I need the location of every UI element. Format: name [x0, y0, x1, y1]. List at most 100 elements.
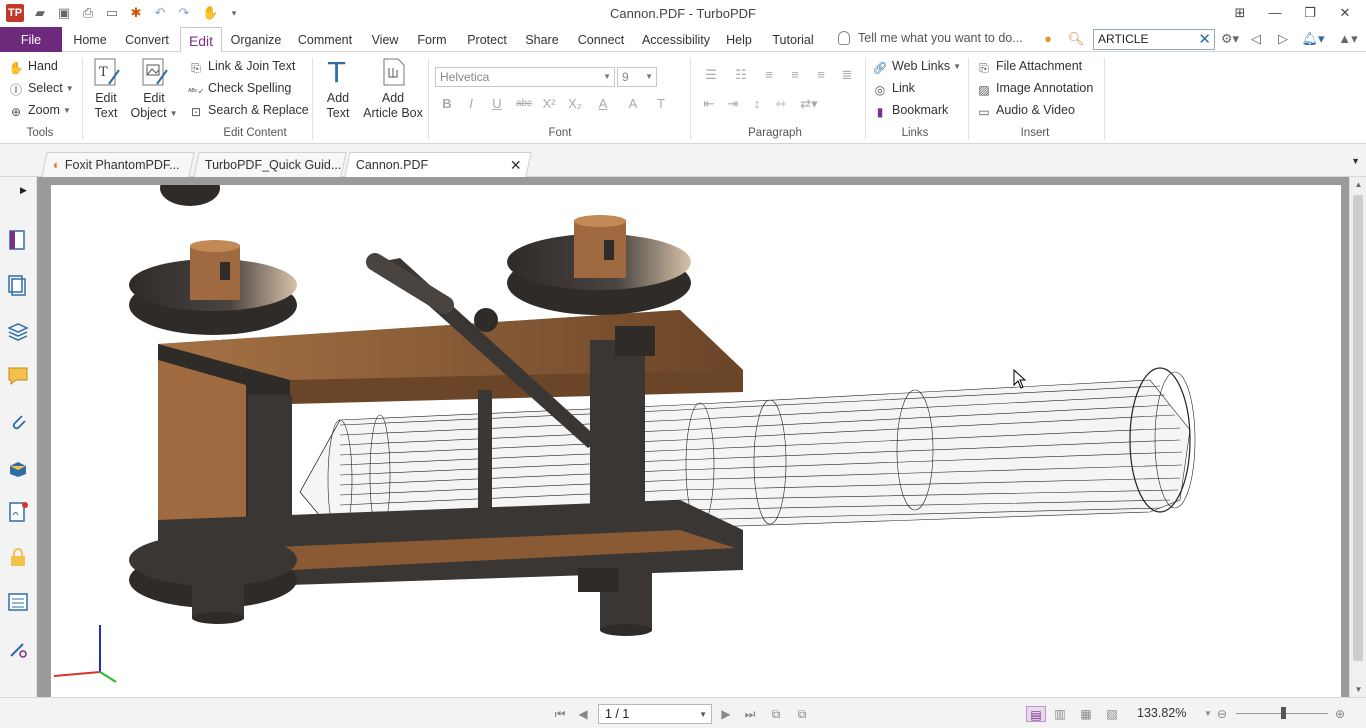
- tab-share[interactable]: Share: [524, 27, 560, 52]
- line-spacing-icon[interactable]: ↕: [748, 95, 766, 113]
- horizontal-scale-icon[interactable]: ⇄▾: [796, 95, 822, 113]
- edit-object-button[interactable]: Edit Object ▼: [130, 56, 178, 126]
- align-center-icon[interactable]: ≡: [786, 66, 804, 84]
- document-viewport[interactable]: [37, 177, 1349, 697]
- add-article-box-button[interactable]: Add Article Box: [362, 56, 424, 126]
- settings-gear-icon[interactable]: ⚙▾: [1218, 31, 1242, 48]
- redo-icon[interactable]: ↷: [176, 5, 192, 21]
- highlight-color-button[interactable]: A: [624, 95, 642, 113]
- page-thumbnails-icon[interactable]: [7, 229, 29, 251]
- last-page-icon[interactable]: ⏭: [742, 706, 758, 722]
- tab-view[interactable]: View: [369, 27, 401, 52]
- next-view-icon[interactable]: ⧉: [794, 706, 810, 722]
- tab-file[interactable]: File: [0, 27, 62, 52]
- find-folder-icon[interactable]: 🔍︎: [1063, 31, 1089, 48]
- strikethrough-button[interactable]: abc: [513, 95, 535, 113]
- ribbon-display-icon[interactable]: ⊞: [1228, 3, 1252, 23]
- subscript-button[interactable]: X₂: [566, 95, 584, 113]
- align-left-icon[interactable]: ≡: [760, 66, 778, 84]
- tab-list-chevron-icon[interactable]: ▼: [1351, 156, 1360, 166]
- minimize-icon[interactable]: —: [1263, 3, 1287, 23]
- add-text-button[interactable]: T Add Text: [318, 56, 358, 126]
- layers-icon[interactable]: [7, 320, 29, 342]
- pages-icon[interactable]: [7, 275, 29, 297]
- new-icon[interactable]: ✱: [128, 5, 144, 21]
- notification-bell-icon[interactable]: 🔔︎▾: [1300, 31, 1326, 48]
- file-attachment-button[interactable]: ⎘ File Attachment: [976, 56, 1082, 76]
- tab-protect[interactable]: Protect: [462, 27, 512, 52]
- character-spacing-icon[interactable]: ⇿: [772, 95, 790, 113]
- next-result-icon[interactable]: ▷: [1276, 31, 1290, 48]
- customize-icon[interactable]: ▾: [226, 5, 242, 21]
- text-style-button[interactable]: T: [652, 95, 670, 113]
- scroll-down-icon[interactable]: ▼: [1350, 682, 1366, 697]
- next-page-icon[interactable]: ▶: [718, 706, 734, 722]
- close-icon[interactable]: ✕: [1333, 3, 1357, 23]
- doc-tab-foxit[interactable]: ◐ Foxit PhantomPDF...: [41, 152, 195, 177]
- continuous-view-icon[interactable]: ▥: [1052, 706, 1068, 722]
- zoom-button[interactable]: ⊕ Zoom ▼: [8, 100, 71, 120]
- superscript-button[interactable]: X²: [540, 95, 558, 113]
- security-lock-icon[interactable]: [7, 546, 29, 568]
- search-input[interactable]: ARTICLE ✕: [1093, 29, 1215, 50]
- edit-text-button[interactable]: T Edit Text: [88, 56, 124, 126]
- select-button[interactable]: Ⓘ Select ▼: [8, 78, 74, 98]
- chevron-down-icon[interactable]: ▼: [699, 710, 707, 719]
- single-page-view-icon[interactable]: ▤: [1026, 706, 1046, 722]
- comments-icon[interactable]: [7, 365, 29, 387]
- zoom-slider-thumb[interactable]: [1281, 707, 1286, 719]
- indent-decrease-icon[interactable]: ⇤: [700, 95, 718, 113]
- zoom-in-icon[interactable]: ⊕: [1332, 706, 1348, 722]
- search-replace-button[interactable]: ⊡ Search & Replace: [188, 100, 309, 120]
- font-family-select[interactable]: Helvetica ▼: [435, 67, 615, 87]
- tab-form[interactable]: Form: [416, 27, 448, 52]
- italic-button[interactable]: I: [462, 95, 480, 113]
- tab-tutorial[interactable]: Tutorial: [769, 27, 817, 52]
- font-size-select[interactable]: 9 ▼: [617, 67, 657, 87]
- underline-button[interactable]: U: [488, 95, 506, 113]
- continuous-facing-view-icon[interactable]: ▧: [1104, 706, 1120, 722]
- numbered-list-icon[interactable]: ☷: [730, 66, 752, 84]
- model-tree-icon[interactable]: [7, 456, 29, 478]
- undo-icon[interactable]: ↶: [152, 5, 168, 21]
- previous-result-icon[interactable]: ◁: [1249, 31, 1263, 48]
- save-icon[interactable]: ▣: [56, 5, 72, 21]
- account-icon[interactable]: ▲▾: [1334, 31, 1362, 48]
- scroll-up-icon[interactable]: ▲: [1350, 177, 1366, 192]
- app-logo-icon[interactable]: TP: [6, 4, 24, 22]
- pdf-page[interactable]: [51, 185, 1341, 697]
- justify-icon[interactable]: ≣: [838, 66, 856, 84]
- hand-button[interactable]: ✋ Hand: [8, 56, 58, 76]
- heart-icon[interactable]: ●: [1040, 31, 1056, 48]
- web-links-button[interactable]: 🔗︎ Web Links ▼: [872, 56, 961, 76]
- link-button[interactable]: ◎ Link: [872, 78, 915, 98]
- destinations-icon[interactable]: [7, 638, 29, 660]
- signatures-icon[interactable]: [7, 501, 29, 523]
- hand-tool-icon[interactable]: ✋: [202, 5, 218, 21]
- scrollbar-thumb[interactable]: [1353, 195, 1363, 661]
- clear-search-icon[interactable]: ✕: [1198, 30, 1211, 48]
- print-icon[interactable]: ⎙: [80, 5, 96, 21]
- content-panel-icon[interactable]: [7, 591, 29, 613]
- bookmark-button[interactable]: ▮ Bookmark: [872, 100, 949, 120]
- zoom-out-icon[interactable]: ⊖: [1214, 706, 1230, 722]
- first-page-icon[interactable]: ⏮: [552, 706, 568, 722]
- doc-tab-cannon[interactable]: Cannon.PDF ✕: [344, 152, 532, 177]
- tab-connect[interactable]: Connect: [575, 27, 627, 52]
- tab-accessibility[interactable]: Accessibility: [641, 27, 711, 52]
- font-color-button[interactable]: A: [594, 95, 612, 113]
- bold-button[interactable]: B: [438, 95, 456, 113]
- tab-convert[interactable]: Convert: [122, 27, 172, 52]
- maximize-icon[interactable]: ❐: [1298, 3, 1322, 23]
- vertical-scrollbar[interactable]: ▲ ▼: [1349, 177, 1366, 697]
- page-number-input[interactable]: 1 / 1 ▼: [598, 704, 712, 724]
- doc-tab-quick-guide[interactable]: TurboPDF_Quick Guid...: [193, 152, 347, 177]
- tab-comment[interactable]: Comment: [296, 27, 354, 52]
- tab-edit[interactable]: Edit: [180, 27, 222, 53]
- facing-view-icon[interactable]: ▦: [1078, 706, 1094, 722]
- tab-organize[interactable]: Organize: [229, 27, 283, 52]
- properties-icon[interactable]: ▭: [104, 5, 120, 21]
- image-annotation-button[interactable]: ▨ Image Annotation: [976, 78, 1093, 98]
- link-join-text-button[interactable]: ⎘ Link & Join Text: [188, 56, 295, 76]
- close-tab-icon[interactable]: ✕: [510, 153, 522, 177]
